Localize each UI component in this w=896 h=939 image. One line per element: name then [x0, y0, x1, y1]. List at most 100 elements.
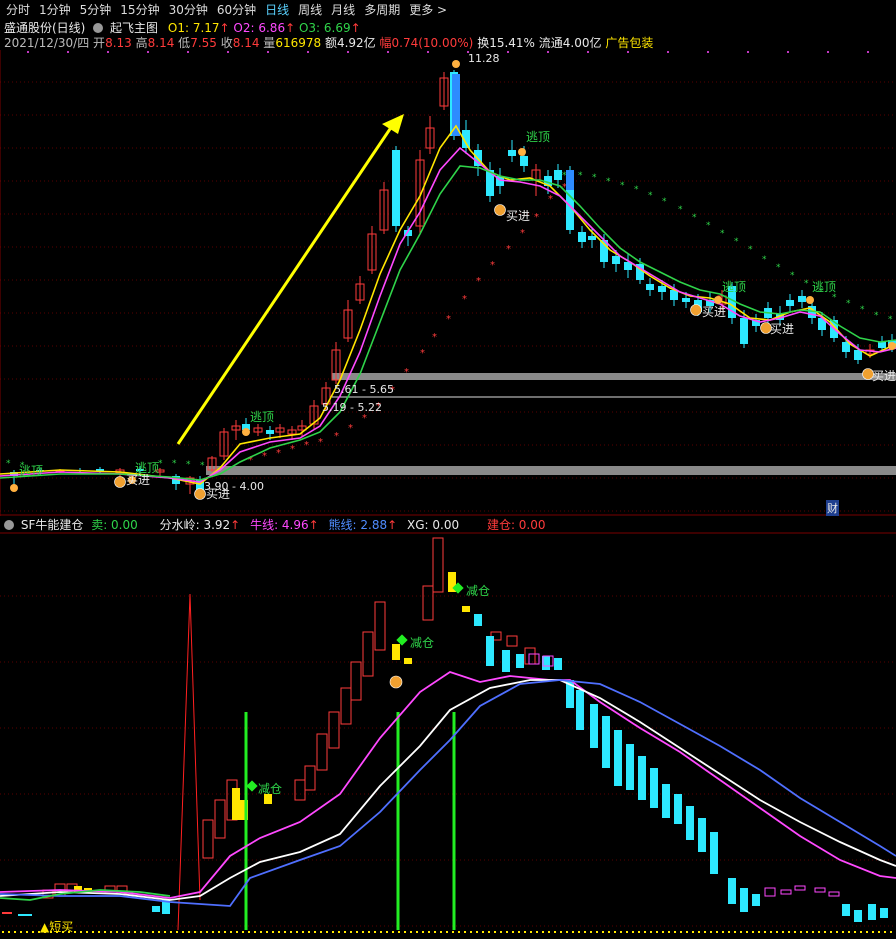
money-bag-icon	[114, 476, 126, 488]
build-signal-line	[244, 712, 248, 930]
baseline-dot	[182, 931, 184, 933]
baseline-dot	[698, 931, 700, 933]
baseline-dot	[890, 931, 892, 933]
sar-dot-red: *	[520, 228, 525, 239]
sar-dot-red: *	[548, 194, 553, 205]
sub-chart[interactable]	[0, 532, 896, 939]
baseline-dot	[254, 931, 256, 933]
baseline-dot	[692, 931, 694, 933]
watershed-value: 分水岭: 3.92	[159, 518, 231, 532]
energy-bar-down	[152, 906, 160, 912]
spike-line	[177, 593, 201, 931]
baseline-dot	[212, 931, 214, 933]
reduce-label: 减仓	[410, 636, 435, 650]
sar-dot-green: *	[776, 263, 781, 273]
tab-weekly[interactable]: 周线	[298, 1, 322, 18]
tab-more[interactable]: 更多 >	[409, 1, 447, 18]
header-dot	[707, 51, 709, 53]
sar-dot-green: *	[762, 255, 767, 265]
tab-30min[interactable]: 30分钟	[169, 1, 208, 18]
baseline-dot	[740, 931, 742, 933]
reduce-label: 减仓	[258, 782, 283, 796]
candle-body	[646, 284, 654, 290]
energy-bar-tail	[764, 887, 776, 897]
finance-badge[interactable]: 财	[826, 500, 839, 516]
energy-bar-down	[554, 658, 562, 670]
volume-value: 616978	[275, 36, 322, 50]
baseline-dot	[122, 931, 124, 933]
energy-bar-down	[698, 818, 706, 852]
baseline-dot	[470, 931, 472, 933]
tab-5min[interactable]: 5分钟	[80, 1, 112, 18]
baseline-dot	[140, 931, 142, 933]
energy-bar-up	[316, 733, 328, 771]
sub-grid	[0, 532, 896, 933]
baseline-dot	[524, 931, 526, 933]
baseline-dot	[836, 931, 838, 933]
up-arrow-icon: ↑	[285, 21, 296, 35]
energy-bar-down	[602, 716, 610, 768]
main-grid	[0, 50, 896, 516]
sar-dot-green: *	[706, 221, 711, 231]
sar-dot-green: *	[648, 191, 653, 201]
baseline-dot	[230, 931, 232, 933]
baseline-dot	[620, 931, 622, 933]
low-value: 7.55	[190, 36, 217, 50]
escape-top-label: 逃顶	[250, 410, 275, 424]
baseline-dot	[158, 931, 160, 933]
tab-multi-period[interactable]: 多周期	[364, 1, 400, 18]
energy-bar-tail	[814, 887, 826, 893]
tab-15min[interactable]: 15分钟	[120, 1, 159, 18]
candle-body	[854, 350, 862, 360]
header-dot	[267, 51, 269, 53]
sar-dot-green: *	[888, 315, 893, 325]
energy-bar-up	[304, 765, 316, 791]
tab-1min[interactable]: 1分钟	[39, 1, 71, 18]
candle-body	[508, 150, 516, 156]
energy-bar-down	[686, 806, 694, 840]
gear-icon[interactable]	[4, 520, 14, 530]
reduce-label: 减仓	[466, 584, 491, 598]
tab-timeshare[interactable]: 分时	[6, 1, 30, 18]
bull-line	[0, 671, 896, 899]
sub-panel-title[interactable]: SF牛能建仓	[21, 518, 84, 532]
period-toolbar: 分时 1分钟 5分钟 15分钟 30分钟 60分钟 日线 周线 月线 多周期 更…	[0, 0, 896, 18]
tab-daily[interactable]: 日线	[265, 1, 289, 18]
baseline-dot	[866, 931, 868, 933]
ad-link[interactable]: 广告包装	[605, 36, 653, 50]
baseline-dot	[572, 931, 574, 933]
build-signal-line	[396, 712, 400, 930]
sar-dot-red: *	[432, 332, 437, 343]
candle-body	[520, 156, 528, 166]
sar-dot-green: *	[662, 197, 667, 207]
baseline-dot	[530, 931, 532, 933]
candle-body	[266, 430, 274, 434]
escape-top-label: 逃顶	[812, 280, 837, 294]
energy-bar-down	[474, 614, 482, 626]
sar-dot-green: *	[790, 271, 795, 281]
indicator-name[interactable]: 起飞主图	[110, 21, 158, 35]
gear-icon[interactable]	[93, 23, 104, 33]
energy-bar-down	[880, 908, 888, 918]
sar-dot-red: *	[290, 444, 295, 455]
baseline-dot	[578, 931, 580, 933]
stock-title[interactable]: 盛通股份(日线)	[4, 21, 85, 35]
chevron-right-icon: >	[433, 2, 448, 17]
baseline-dot	[776, 931, 778, 933]
ma-yellow-line	[0, 124, 896, 485]
o3-value: O3: 6.69	[298, 21, 351, 35]
tab-monthly[interactable]: 月线	[331, 1, 355, 18]
up-arrow-icon: ↑	[387, 518, 398, 532]
header-dot	[387, 51, 389, 53]
baseline-dot	[728, 931, 730, 933]
baseline-dot	[644, 931, 646, 933]
diamond-icon	[246, 780, 258, 792]
main-chart[interactable]: * * * * * * * * * * * * * * * * * * * * * * * * * * * * * * * * * * * * * * * *…	[0, 50, 896, 516]
baseline-dot	[8, 931, 10, 933]
o1-value: O1: 7.17	[167, 21, 220, 35]
tab-60min[interactable]: 60分钟	[217, 1, 256, 18]
candle-body	[798, 296, 806, 302]
baseline-dot	[194, 931, 196, 933]
baseline-dot	[788, 931, 790, 933]
sar-dot-green: *	[634, 185, 639, 195]
